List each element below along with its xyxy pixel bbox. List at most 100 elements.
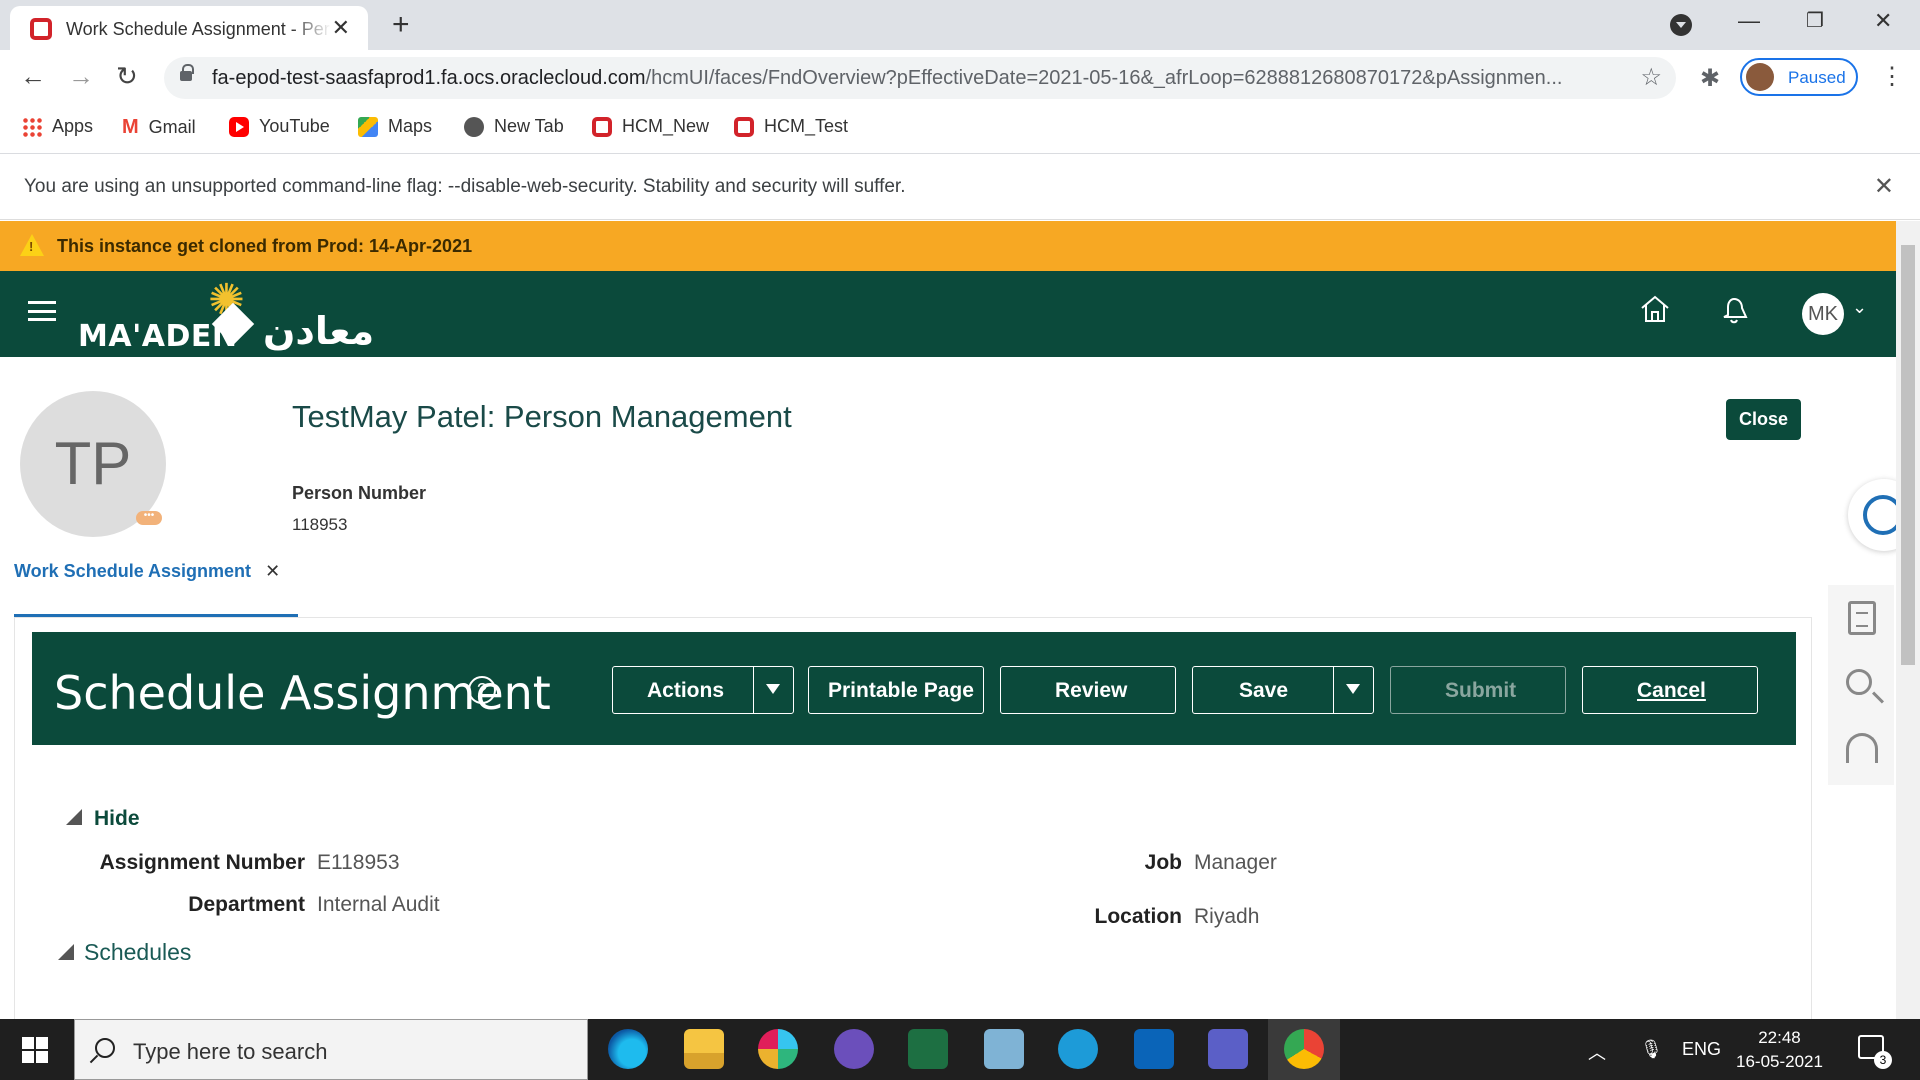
oracle-icon xyxy=(734,116,754,137)
bookmark-hcm-test[interactable]: HCM_Test xyxy=(734,116,848,137)
chrome-menu-icon[interactable]: ⋮ xyxy=(1880,62,1904,91)
windows-start-icon[interactable] xyxy=(22,1037,48,1063)
tab-work-schedule-assignment[interactable]: Work Schedule Assignment ✕ xyxy=(14,561,280,597)
submit-button[interactable]: Submit xyxy=(1390,666,1566,714)
headset-icon[interactable] xyxy=(1846,733,1878,763)
edge-icon[interactable] xyxy=(608,1029,648,1069)
hide-label: Hide xyxy=(94,807,140,830)
microphone-icon[interactable]: 🎙 xyxy=(1640,1039,1663,1060)
help-icon[interactable]: ? xyxy=(468,676,496,704)
search-icon xyxy=(95,1038,115,1058)
close-button[interactable]: Close xyxy=(1726,399,1801,440)
gmail-icon: M xyxy=(122,116,139,138)
browser-tab-strip: Work Schedule Assignment - Person Manage… xyxy=(0,0,1920,50)
assignment-number-value: E118953 xyxy=(317,851,400,874)
clone-warning-banner: This instance get cloned from Prod: 14-A… xyxy=(0,221,1896,271)
location-value: Riyadh xyxy=(1194,905,1260,928)
search-icon[interactable] xyxy=(1846,669,1872,695)
bookmark-gmail[interactable]: M Gmail xyxy=(122,116,196,139)
profile-button[interactable]: Paused xyxy=(1740,58,1858,96)
infobar-close-icon[interactable]: ✕ xyxy=(1874,172,1894,201)
browser-tab[interactable]: Work Schedule Assignment - Person Manage… xyxy=(10,6,368,50)
printable-label: Printable Page xyxy=(828,679,974,702)
save-dropdown-icon[interactable] xyxy=(1346,684,1360,694)
slack-icon[interactable] xyxy=(758,1029,798,1069)
logo-text-en: MA'ADEN xyxy=(78,319,238,354)
collapse-triangle-icon xyxy=(66,809,82,825)
chat-app-icon[interactable] xyxy=(1058,1029,1098,1069)
language-indicator[interactable]: ENG xyxy=(1682,1039,1721,1060)
job-value: Manager xyxy=(1194,851,1277,874)
address-bar[interactable]: fa-epod-test-saasfaprod1.fa.ocs.oraclecl… xyxy=(164,57,1676,99)
bookmark-youtube[interactable]: YouTube xyxy=(229,116,330,137)
outlook-icon[interactable] xyxy=(1134,1029,1174,1069)
bookmark-apps[interactable]: Apps xyxy=(22,116,93,137)
actions-label: Actions xyxy=(647,679,725,702)
youtube-icon xyxy=(229,116,249,137)
maaden-logo[interactable]: ✺ MA'ADEN معادن xyxy=(78,279,398,355)
department-label: Department xyxy=(188,893,305,916)
hide-toggle[interactable]: Hide xyxy=(66,807,140,831)
person-number-label: Person Number xyxy=(292,483,427,503)
actions-dropdown-icon[interactable] xyxy=(766,684,780,694)
extensions-icon[interactable]: ✱ xyxy=(1700,64,1720,93)
document-icon[interactable] xyxy=(1848,601,1876,635)
save-button[interactable]: Save xyxy=(1192,666,1374,714)
system-clock[interactable]: 22:48 16-05-2021 xyxy=(1736,1026,1823,1074)
subtab-close-icon[interactable]: ✕ xyxy=(265,561,280,581)
forward-icon[interactable]: → xyxy=(68,62,94,90)
clock-time: 22:48 xyxy=(1758,1028,1801,1047)
clock-date: 16-05-2021 xyxy=(1736,1052,1823,1071)
file-explorer-icon[interactable] xyxy=(684,1029,724,1069)
taskbar-search-box[interactable]: Type here to search xyxy=(74,1019,588,1080)
url-text[interactable]: fa-epod-test-saasfaprod1.fa.ocs.oraclecl… xyxy=(212,67,1622,90)
notepad-icon[interactable] xyxy=(984,1029,1024,1069)
new-tab-button[interactable]: + xyxy=(392,10,410,40)
back-icon[interactable]: ← xyxy=(20,62,46,90)
bookmark-new-tab[interactable]: New Tab xyxy=(464,116,564,137)
department-value: Internal Audit xyxy=(317,893,440,916)
bookmark-maps[interactable]: Maps xyxy=(358,116,432,137)
maps-icon xyxy=(358,116,378,137)
minimize-icon[interactable]: — xyxy=(1738,8,1760,34)
page-content: This instance get cloned from Prod: 14-A… xyxy=(0,221,1920,1019)
page-title: TestMay Patel: Person Management xyxy=(292,399,792,434)
user-avatar[interactable]: MK xyxy=(1802,293,1844,335)
schedule-assignment-header: Schedule Assignment ? Actions Printable … xyxy=(32,632,1796,745)
schedules-label: Schedules xyxy=(84,939,192,965)
schedules-section-toggle[interactable]: Schedules xyxy=(58,939,191,966)
collapse-triangle-icon xyxy=(58,944,74,960)
actions-button[interactable]: Actions xyxy=(612,666,794,714)
hamburger-menu-icon[interactable] xyxy=(28,301,56,321)
chevron-down-icon[interactable]: ⌄ xyxy=(1852,297,1867,318)
review-button[interactable]: Review xyxy=(1000,666,1176,714)
more-dots-icon[interactable]: ••• xyxy=(136,511,162,525)
location-label: Location xyxy=(1094,905,1183,928)
tray-chevron-up-icon[interactable]: ︿ xyxy=(1588,1039,1606,1065)
tab-close-icon[interactable]: ✕ xyxy=(332,17,350,39)
page-scrollbar[interactable] xyxy=(1896,221,1920,1019)
chrome-icon[interactable] xyxy=(1284,1029,1324,1069)
excel-icon[interactable] xyxy=(908,1029,948,1069)
bookmark-star-icon[interactable]: ☆ xyxy=(1640,63,1662,92)
side-rail xyxy=(1828,585,1894,785)
bookmark-hcm-new[interactable]: HCM_New xyxy=(592,116,709,137)
restore-icon[interactable]: ❐ xyxy=(1806,8,1824,33)
window-close-icon[interactable]: ✕ xyxy=(1874,8,1892,34)
tab-search-icon[interactable] xyxy=(1670,14,1692,36)
cancel-label: Cancel xyxy=(1637,679,1706,702)
oracle-icon xyxy=(592,116,612,137)
lock-icon[interactable] xyxy=(180,64,194,81)
notifications-bell-icon[interactable] xyxy=(1720,295,1748,325)
todo-check-icon[interactable] xyxy=(834,1029,874,1069)
reload-icon[interactable]: ↻ xyxy=(116,62,138,90)
cancel-button[interactable]: Cancel xyxy=(1582,666,1758,714)
printable-page-button[interactable]: Printable Page xyxy=(808,666,984,714)
teams-icon[interactable] xyxy=(1208,1029,1248,1069)
assignment-number-label: Assignment Number xyxy=(99,851,305,874)
profile-avatar xyxy=(1746,63,1774,91)
scrollbar-thumb[interactable] xyxy=(1901,245,1915,665)
profile-status: Paused xyxy=(1788,68,1846,87)
home-icon[interactable] xyxy=(1640,295,1670,323)
apps-grid-icon xyxy=(22,116,42,137)
